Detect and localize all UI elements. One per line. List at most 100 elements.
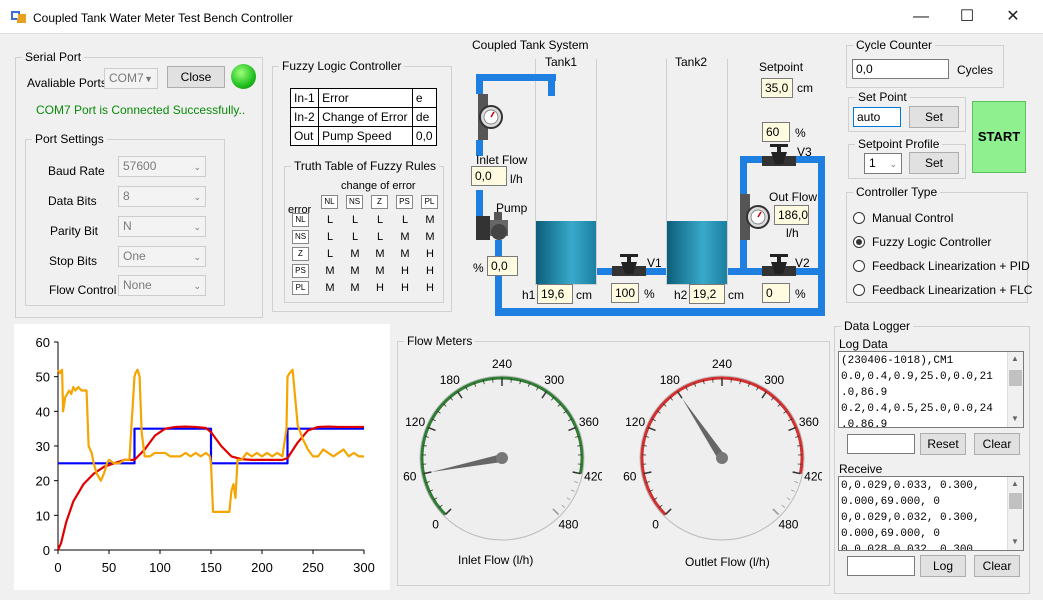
outlet-flow-gauge: 0 60 120 180 240 300 360 420 480	[623, 358, 822, 541]
serial-close-button[interactable]: Close	[167, 66, 225, 88]
controller-option-label[interactable]: Feedback Linearization + PID	[872, 259, 1030, 273]
fuzzy-rule-cell: L	[326, 214, 334, 226]
valve-v3-icon	[762, 144, 796, 166]
clear-receive-button[interactable]: Clear	[974, 555, 1020, 577]
chevron-down-icon: ⌄	[193, 222, 201, 232]
profile-set-button[interactable]: Set	[909, 152, 959, 174]
x-tick-label: 300	[353, 560, 375, 575]
receive-input[interactable]	[847, 556, 915, 576]
setpoint-set-button[interactable]: Set	[909, 106, 959, 128]
stopbits-select[interactable]: One ⌄	[118, 246, 206, 267]
flow-select[interactable]: None ⌄	[118, 275, 206, 296]
parity-select[interactable]: N ⌄	[118, 216, 206, 237]
gauge-tick-label: 420	[584, 469, 602, 483]
databits-select[interactable]: 8 ⌄	[118, 186, 206, 207]
app-icon	[11, 11, 26, 23]
fuzzy-rule-cell: M	[375, 265, 385, 277]
fuzzy-rule-cell: H	[426, 265, 434, 277]
minimize-button[interactable]: —	[898, 0, 944, 34]
ports-select-value: COM7	[109, 71, 144, 85]
start-button[interactable]: START	[972, 101, 1026, 173]
ports-select[interactable]: COM7 ▼	[104, 68, 158, 89]
table-cell: Error	[318, 88, 413, 108]
fuzzy-col-header: NL	[321, 195, 338, 209]
scroll-up-icon: ▲	[1011, 479, 1019, 488]
bottom-pipe	[495, 308, 825, 316]
h2-label: h2	[674, 288, 688, 302]
reset-button[interactable]: Reset	[920, 433, 966, 455]
gauge-tick-label: 180	[660, 373, 680, 387]
table-cell: Out	[289, 126, 320, 146]
connection-status: COM7 Port is Connected Successfully..	[36, 103, 246, 117]
fuzzy-rule-cell: L	[376, 231, 384, 243]
log-button[interactable]: Log	[920, 555, 966, 577]
inlet-pipe-a	[476, 74, 483, 94]
receive-content: 0,0.029,0.033, 0.300, 0.000,69.000, 0 0,0.…	[839, 477, 1023, 550]
fuzzy-rule-cell: M	[400, 231, 410, 243]
fuzzy-rule-cell: H	[376, 282, 384, 294]
setpoint-input[interactable]: auto	[853, 107, 901, 127]
close-button[interactable]: ✕	[990, 0, 1036, 34]
fuzzy-rule-cell: M	[425, 231, 435, 243]
maximize-button[interactable]: ☐	[944, 0, 990, 34]
table-cell: e	[411, 88, 438, 108]
databits-label: Data Bits	[48, 194, 97, 208]
controller-radio[interactable]	[853, 284, 865, 296]
connection-led-icon	[231, 64, 256, 89]
fuzzy-rule-cell: M	[350, 265, 360, 277]
receive-label: Receive	[839, 462, 883, 476]
profile-select[interactable]: 1 ⌄	[864, 153, 902, 174]
tank-legend: Coupled Tank System	[472, 38, 589, 52]
y-tick-label: 40	[36, 404, 50, 419]
gauge-tick-label: 240	[712, 358, 732, 371]
log-scrollbar[interactable]: ▲ ▼	[1007, 352, 1023, 427]
receive-textbox[interactable]: 0,0.029,0.033, 0.300, 0.000,69.000, 0 0,0.…	[838, 476, 1024, 551]
v1-pct-sign: %	[644, 287, 655, 301]
y-tick-label: 60	[36, 335, 50, 350]
h2-display: 19,2	[689, 284, 725, 304]
stopbits-label: Stop Bits	[49, 254, 98, 268]
controller-radio[interactable]	[853, 260, 865, 272]
controller-radio[interactable]	[853, 236, 865, 248]
gauge-tick-label: 240	[492, 358, 512, 371]
valve-v1-icon	[612, 254, 646, 276]
controller-option-label[interactable]: Feedback Linearization + FLC	[872, 283, 1032, 297]
log-line: 0.2,0.4,0.5,25.0,0.0,24	[841, 403, 993, 415]
inlet-flow-display: 0,0	[471, 166, 507, 186]
fuzzy-rule-cell: M	[400, 248, 410, 260]
inlet-flow-label: Inlet Flow	[476, 153, 528, 167]
fuzzy-col-header: Z	[371, 195, 388, 209]
scroll-down-icon: ▼	[1011, 414, 1019, 423]
x-tick-label: 150	[200, 560, 222, 575]
gauge-tick-label: 480	[778, 517, 798, 531]
controller-option-label[interactable]: Fuzzy Logic Controller	[872, 235, 991, 249]
scroll-thumb[interactable]	[1009, 493, 1022, 509]
controller-option-label[interactable]: Manual Control	[872, 211, 953, 225]
log-data-textbox[interactable]: (230406-1018),CM1 0.0,0.4,0.9,25.0,0.0,21…	[838, 351, 1024, 428]
receive-scrollbar[interactable]: ▲ ▼	[1007, 477, 1023, 550]
outflow-label: Out Flow	[769, 190, 818, 204]
response-chart: 0 10 20 30 40 50 60 0 50 100 150 200 250 300	[36, 335, 375, 575]
gauge-hub	[716, 452, 728, 464]
fuzzy-legend: Fuzzy Logic Controller	[282, 59, 402, 73]
fuzzy-rule-cell: M	[425, 214, 435, 226]
y-tick-label: 20	[36, 474, 50, 489]
controller-radio[interactable]	[853, 212, 865, 224]
fuzzy-rule-cell: L	[351, 231, 359, 243]
outflow-pipe-a	[740, 156, 747, 196]
baud-select[interactable]: 57600 ⌄	[118, 156, 206, 177]
controller-type-legend: Controller Type	[856, 185, 938, 199]
v3-pct-display: 60	[762, 122, 790, 142]
scroll-thumb[interactable]	[1009, 370, 1022, 386]
inlet-flowmeter-icon	[478, 94, 503, 140]
scroll-up-icon: ▲	[1011, 354, 1019, 363]
chevron-down-icon: ⌄	[889, 159, 897, 169]
setpoint-display: 35,0	[761, 78, 793, 98]
truth-table-legend: Truth Table of Fuzzy Rules	[294, 159, 437, 173]
setpoint-unit: cm	[797, 81, 813, 95]
log-input[interactable]	[847, 434, 915, 454]
clear-log-button[interactable]: Clear	[974, 433, 1020, 455]
setpoint-label: Setpoint	[759, 60, 804, 74]
table-cell: de	[411, 107, 438, 127]
chevron-down-icon: ⌄	[193, 192, 201, 202]
